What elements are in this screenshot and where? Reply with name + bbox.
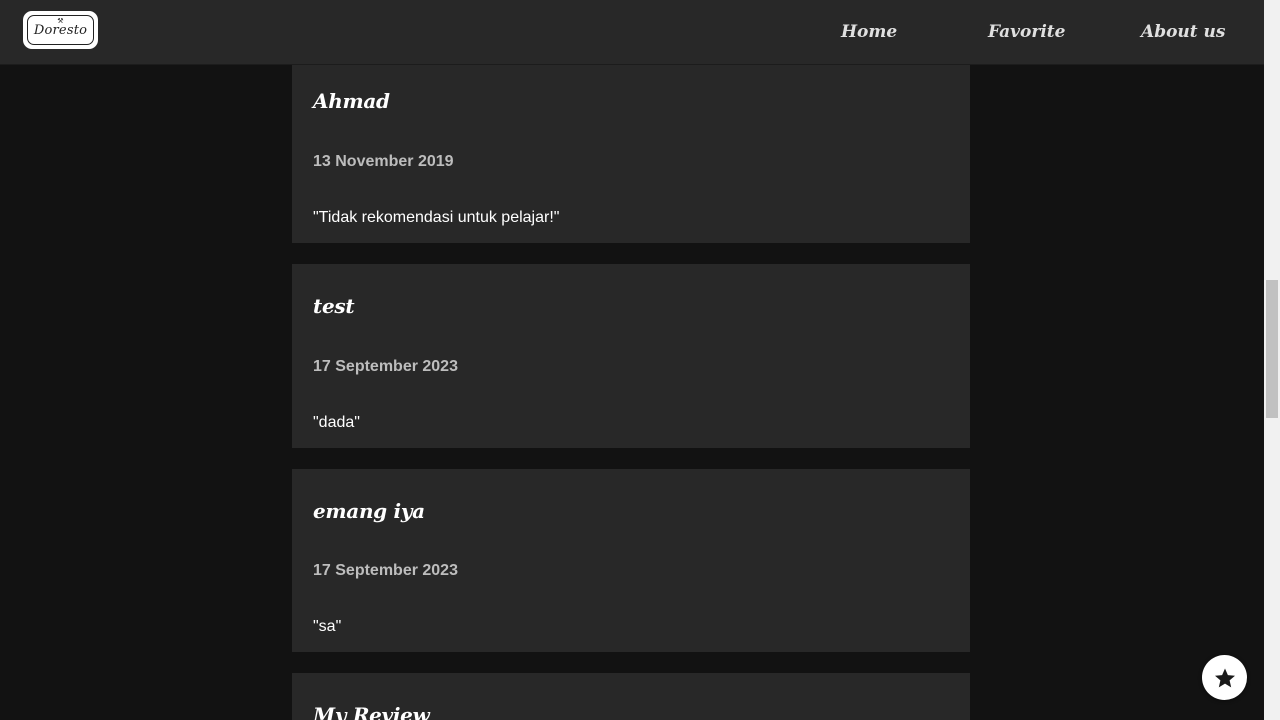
review-date: 17 September 2023 bbox=[313, 562, 458, 579]
review-name: emang iya bbox=[313, 499, 425, 523]
scrollbar[interactable] bbox=[1264, 0, 1280, 720]
review-text: "sa" bbox=[313, 618, 342, 635]
review-card: test 17 September 2023 "dada" bbox=[292, 264, 970, 448]
review-name: Ahmad bbox=[313, 89, 390, 113]
favorite-button[interactable] bbox=[1202, 655, 1247, 700]
logo-mark-icon: ⚒ bbox=[57, 17, 64, 25]
my-review-card: My Review bbox=[292, 673, 970, 720]
nav-link-favorite[interactable]: Favorite bbox=[988, 22, 1065, 42]
nav-link-about-us[interactable]: About us bbox=[1141, 22, 1225, 42]
review-text: "dada" bbox=[313, 414, 360, 431]
scrollbar-thumb[interactable] bbox=[1266, 280, 1278, 418]
review-date: 17 September 2023 bbox=[313, 358, 458, 375]
nav-link-home[interactable]: Home bbox=[841, 22, 897, 42]
logo[interactable]: ⚒ Doresto bbox=[23, 11, 98, 49]
review-text: "Tidak rekomendasi untuk pelajar!" bbox=[313, 209, 560, 226]
logo-inner: ⚒ Doresto bbox=[27, 15, 94, 45]
navbar: ⚒ Doresto Home Favorite About us bbox=[0, 0, 1264, 65]
star-icon bbox=[1214, 668, 1235, 687]
review-card: emang iya 17 September 2023 "sa" bbox=[292, 469, 970, 652]
my-review-title: My Review bbox=[313, 703, 430, 720]
review-date: 13 November 2019 bbox=[313, 153, 454, 170]
review-name: test bbox=[313, 294, 355, 318]
